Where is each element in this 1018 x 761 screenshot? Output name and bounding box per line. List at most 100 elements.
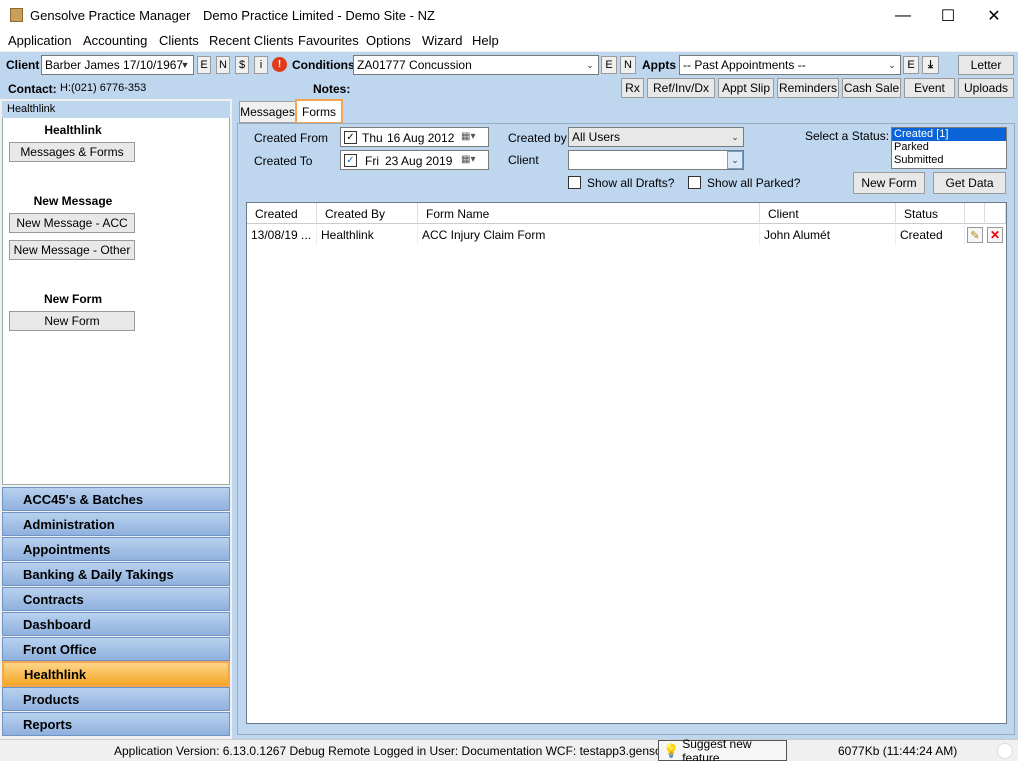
created-to-label: Created To bbox=[254, 154, 313, 168]
client-value: Barber James 17/10/1967 bbox=[45, 58, 184, 72]
client-filter-label: Client bbox=[508, 153, 539, 167]
left-panel-header: Healthlink bbox=[2, 101, 230, 118]
condition-edit-button[interactable]: E bbox=[601, 56, 617, 74]
created-by-label: Created by bbox=[508, 131, 567, 145]
app-title: Gensolve Practice Manager bbox=[30, 8, 191, 23]
nav-front-office[interactable]: Front Office bbox=[2, 637, 230, 661]
condition-new-button[interactable]: N bbox=[620, 56, 636, 74]
client-select[interactable]: Barber James 17/10/1967 ▼ bbox=[41, 55, 194, 75]
cash-sale-button[interactable]: Cash Sale bbox=[842, 78, 901, 98]
status-option-parked[interactable]: Parked bbox=[892, 141, 1006, 154]
calendar-icon[interactable]: ▦▾ bbox=[461, 131, 475, 142]
client-info-button[interactable]: i bbox=[254, 56, 268, 74]
nav-appointments[interactable]: Appointments bbox=[2, 537, 230, 561]
menu-application[interactable]: Application bbox=[8, 33, 72, 48]
nav-contracts[interactable]: Contracts bbox=[2, 587, 230, 611]
nav-reports[interactable]: Reports bbox=[2, 712, 230, 736]
nav-acc45-batches[interactable]: ACC45's & Batches bbox=[2, 487, 230, 511]
alert-icon[interactable]: ! bbox=[272, 57, 287, 72]
menu-wizard[interactable]: Wizard bbox=[422, 33, 462, 48]
status-option-created[interactable]: Created [1] bbox=[892, 128, 1006, 141]
client-filter-select[interactable]: ⌄ bbox=[568, 150, 744, 170]
created-from-day: Thu bbox=[362, 131, 383, 145]
cell-form-name: ACC Injury Claim Form bbox=[418, 225, 760, 245]
menu-accounting[interactable]: Accounting bbox=[83, 33, 147, 48]
menu-clients[interactable]: Clients bbox=[159, 33, 199, 48]
created-to-day: Fri bbox=[365, 154, 379, 168]
cell-created: 13/08/19 ... bbox=[247, 225, 317, 245]
client-notes-button[interactable]: N bbox=[216, 56, 230, 74]
status-indicator-icon bbox=[997, 743, 1013, 759]
new-message-other-button[interactable]: New Message - Other bbox=[9, 240, 135, 260]
reminders-button[interactable]: Reminders bbox=[777, 78, 839, 98]
maximize-icon[interactable]: ☐ bbox=[925, 0, 971, 31]
practice-title: Demo Practice Limited - Demo Site - NZ bbox=[203, 8, 435, 23]
chevron-down-icon: ⌄ bbox=[731, 131, 739, 142]
get-data-button[interactable]: Get Data bbox=[933, 172, 1006, 194]
new-form-button[interactable]: New Form bbox=[853, 172, 925, 194]
menu-recent-clients[interactable]: Recent Clients bbox=[209, 33, 294, 48]
column-header-delete bbox=[985, 203, 1006, 224]
created-by-value: All Users bbox=[572, 130, 621, 144]
status-list[interactable]: Created [1] Parked Submitted bbox=[891, 127, 1007, 169]
delete-x-icon[interactable]: ✕ bbox=[987, 227, 1003, 243]
column-header-form-name[interactable]: Form Name bbox=[418, 203, 760, 224]
tab-messages[interactable]: Messages bbox=[239, 101, 296, 123]
show-parked-checkbox[interactable] bbox=[688, 176, 701, 189]
menu-options[interactable]: Options bbox=[366, 33, 411, 48]
status-select-label: Select a Status: bbox=[805, 129, 890, 143]
event-button[interactable]: Event bbox=[904, 78, 955, 98]
status-bar: Application Version: 6.13.0.1267 Debug R… bbox=[0, 737, 1018, 761]
nav-products[interactable]: Products bbox=[2, 687, 230, 711]
nav-healthlink[interactable]: Healthlink bbox=[2, 661, 230, 687]
column-header-created-by[interactable]: Created By bbox=[317, 203, 418, 224]
appt-slip-button[interactable]: Appt Slip bbox=[718, 78, 774, 98]
created-by-select[interactable]: All Users ⌄ bbox=[568, 127, 744, 147]
uploads-button[interactable]: Uploads bbox=[958, 78, 1014, 98]
healthlink-section-title: Healthlink bbox=[44, 123, 102, 137]
appts-select[interactable]: -- Past Appointments -- ⌄ bbox=[679, 55, 901, 75]
messages-forms-button[interactable]: Messages & Forms bbox=[9, 142, 135, 162]
appt-edit-button[interactable]: E bbox=[903, 56, 919, 74]
download-icon[interactable]: ⤓ bbox=[922, 56, 939, 74]
column-header-status[interactable]: Status bbox=[896, 203, 965, 224]
nav-administration[interactable]: Administration bbox=[2, 512, 230, 536]
tab-forms[interactable]: Forms bbox=[295, 99, 343, 124]
nav-banking-daily-takings[interactable]: Banking & Daily Takings bbox=[2, 562, 230, 586]
client-account-button[interactable]: $ bbox=[235, 56, 249, 74]
letter-button[interactable]: Letter bbox=[958, 55, 1014, 75]
created-from-value: 16 Aug 2012 bbox=[387, 131, 455, 145]
edit-pencil-icon[interactable]: ✎ bbox=[967, 227, 983, 243]
cell-created-by: Healthlink bbox=[317, 225, 418, 245]
new-message-section-title: New Message bbox=[33, 194, 113, 208]
chevron-down-icon: ▼ bbox=[180, 60, 190, 70]
created-to-date[interactable]: ✓ Fri 23 Aug 2019 ▦▾ bbox=[340, 150, 489, 170]
checkbox-checked-icon[interactable]: ✓ bbox=[344, 131, 357, 144]
close-icon[interactable]: ✕ bbox=[971, 0, 1017, 31]
client-toolbar: Client Barber James 17/10/1967 ▼ E N $ i… bbox=[0, 52, 1018, 99]
minimize-icon[interactable]: — bbox=[880, 0, 926, 31]
conditions-select[interactable]: ZA01777 Concussion ⌄ bbox=[353, 55, 599, 75]
left-panel: Healthlink Messages & Forms New Message … bbox=[2, 101, 230, 485]
new-form-side-button[interactable]: New Form bbox=[9, 311, 135, 331]
column-header-client[interactable]: Client bbox=[760, 203, 896, 224]
created-from-date[interactable]: ✓ Thu 16 Aug 2012 ▦▾ bbox=[340, 127, 489, 147]
nav-dashboard[interactable]: Dashboard bbox=[2, 612, 230, 636]
conditions-value: ZA01777 Concussion bbox=[357, 58, 472, 72]
new-form-section-title: New Form bbox=[43, 292, 102, 306]
chevron-down-icon: ⌄ bbox=[888, 59, 896, 70]
status-option-submitted[interactable]: Submitted bbox=[892, 154, 1006, 167]
menu-favourites[interactable]: Favourites bbox=[298, 33, 359, 48]
calendar-icon[interactable]: ▦▾ bbox=[461, 154, 475, 165]
new-message-acc-button[interactable]: New Message - ACC bbox=[9, 213, 135, 233]
rx-button[interactable]: Rx bbox=[621, 78, 644, 98]
column-header-created[interactable]: Created bbox=[247, 203, 317, 224]
chevron-down-icon: ⌄ bbox=[727, 151, 743, 169]
ref-inv-dx-button[interactable]: Ref/Inv/Dx bbox=[647, 78, 715, 98]
checkbox-checked-icon[interactable]: ✓ bbox=[344, 154, 357, 167]
version-info: Application Version: 6.13.0.1267 Debug R… bbox=[114, 744, 720, 758]
suggest-feature-button[interactable]: 💡 Suggest new feature bbox=[658, 737, 787, 761]
menu-help[interactable]: Help bbox=[472, 33, 499, 48]
show-drafts-checkbox[interactable] bbox=[568, 176, 581, 189]
client-edit-button[interactable]: E bbox=[197, 56, 211, 74]
